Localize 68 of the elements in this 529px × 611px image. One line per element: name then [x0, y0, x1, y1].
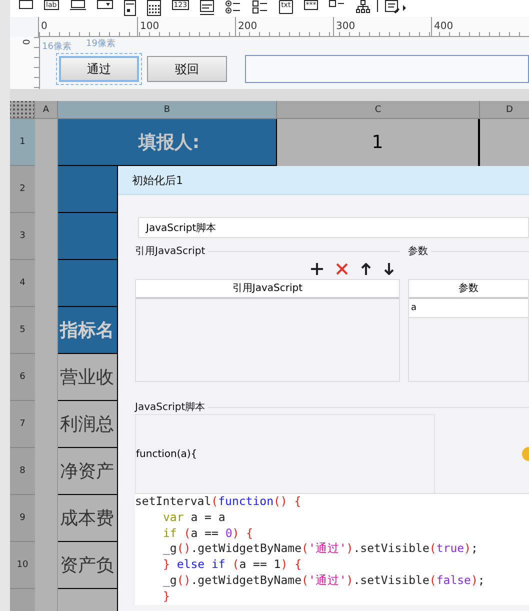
- column-header[interactable]: B: [58, 101, 277, 119]
- row-header[interactable]: 4: [10, 260, 35, 307]
- parameter-row[interactable]: a: [409, 299, 528, 318]
- ruler-label: 200: [235, 17, 333, 36]
- form-icon[interactable]: [124, 0, 136, 16]
- group-label: JavaScript脚本: [135, 400, 206, 414]
- up-arrow-icon[interactable]: [361, 263, 371, 275]
- table-cell: 净资产: [58, 448, 118, 495]
- table-cell: 填报人:: [58, 119, 277, 166]
- radio-group-icon[interactable]: [225, 0, 242, 14]
- code-line: if (a == 0) {: [162, 526, 254, 542]
- text-area-icon[interactable]: [200, 0, 214, 16]
- ruler-label: 0: [40, 20, 48, 34]
- widget-button[interactable]: 通过: [59, 56, 139, 82]
- row-header[interactable]: 10: [10, 542, 35, 589]
- code-line: setInterval(function() {: [135, 494, 302, 510]
- row-header[interactable]: 8: [10, 448, 35, 495]
- column-header[interactable]: C: [277, 101, 480, 119]
- checkbox-group-icon[interactable]: [252, 0, 268, 14]
- row-header[interactable]: 2: [10, 166, 35, 213]
- code-line: var a = a: [162, 510, 226, 526]
- frame-icon[interactable]: [19, 0, 33, 10]
- group-label: 参数: [408, 244, 428, 258]
- text-field[interactable]: [245, 55, 529, 83]
- row-header[interactable]: 5: [10, 307, 35, 354]
- text-input-icon[interactable]: [70, 0, 86, 10]
- add-icon[interactable]: [311, 263, 323, 275]
- row-header[interactable]: 1: [10, 119, 35, 166]
- table-cell: [58, 260, 118, 307]
- code-line: _g().getWidgetByName('通过').setVisible(true);: [162, 541, 479, 558]
- column-header[interactable]: D: [480, 101, 529, 119]
- hint-icon: [522, 447, 529, 461]
- ruler-label: 0: [20, 39, 30, 45]
- row-header[interactable]: 3: [10, 213, 35, 260]
- table-cell: [58, 213, 118, 260]
- table-header: 参数: [409, 280, 528, 299]
- script-type-field[interactable]: JavaScript脚本: [138, 217, 529, 238]
- select-all-icon[interactable]: [10, 101, 35, 119]
- row-header[interactable]: 7: [10, 401, 35, 448]
- row-header[interactable]: 6: [10, 354, 35, 401]
- code-line: } else if (a == 1) {: [162, 557, 303, 573]
- delete-icon[interactable]: [336, 263, 348, 275]
- list-edit-icon[interactable]: [385, 0, 408, 14]
- code-line: }: [162, 588, 171, 605]
- table-cell: 营业收: [58, 354, 118, 401]
- tree-icon[interactable]: [356, 0, 370, 14]
- table-cell: [58, 166, 118, 213]
- checkbox-icon[interactable]: [329, 0, 346, 8]
- dropdown-icon[interactable]: [96, 0, 113, 10]
- code-line: _g().getWidgetByName('通过').setVisible(false);: [162, 572, 486, 589]
- column-header[interactable]: A: [35, 101, 58, 119]
- table-cell: 指标名: [58, 307, 118, 354]
- spacing-hint: 16像素: [42, 40, 72, 53]
- dialog-title: 初始化后1: [118, 166, 529, 195]
- table-cell: 利润总: [58, 401, 118, 448]
- calendar-icon[interactable]: [146, 0, 161, 16]
- table-cell: 成本费: [58, 495, 118, 542]
- group-label: 引用JavaScript: [135, 245, 206, 258]
- ruler-label: 100: [137, 17, 235, 36]
- ruler-label: 400: [431, 17, 529, 36]
- table-header: 引用JavaScript: [136, 280, 399, 299]
- code-editor[interactable]: setInterval(function() { var a = a if (a == 0) { _g().getWidgetByName('通过').setVisible(true); } else if (a == 1) { _g().getWidgetByName('通过').setVisible(false); }: [135, 493, 529, 605]
- down-arrow-icon[interactable]: [384, 263, 394, 275]
- ruler-label: 300: [333, 17, 431, 36]
- row-header[interactable]: 9: [10, 495, 35, 542]
- spacing-hint: 19像素: [86, 38, 116, 50]
- table-cell: 资产负: [58, 542, 118, 589]
- widget-button[interactable]: 驳回: [147, 56, 227, 82]
